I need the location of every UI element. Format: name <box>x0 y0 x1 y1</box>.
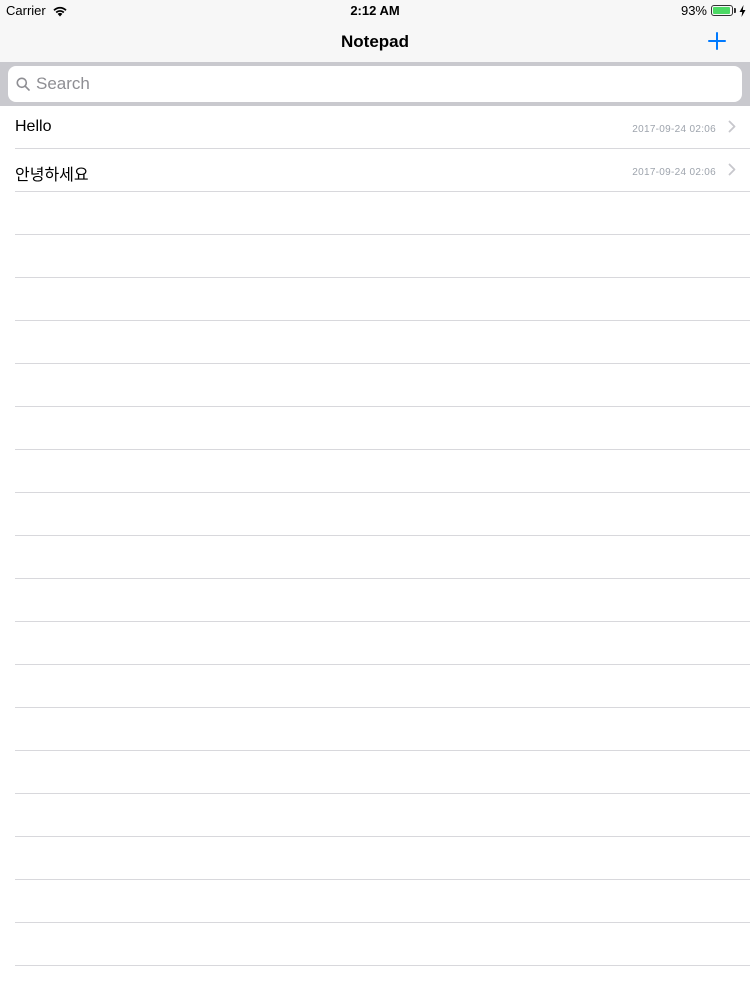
status-time: 2:12 AM <box>350 3 400 18</box>
empty-row <box>15 966 750 1000</box>
empty-row <box>15 751 750 794</box>
battery-fill <box>713 7 730 14</box>
empty-row <box>15 450 750 493</box>
empty-row <box>15 923 750 966</box>
battery-icon <box>711 5 733 16</box>
empty-row <box>15 278 750 321</box>
empty-row <box>15 235 750 278</box>
empty-row <box>15 493 750 536</box>
status-bar: Carrier 2:12 AM 93% <box>0 0 750 22</box>
empty-row <box>15 364 750 407</box>
empty-row-separators <box>0 192 750 1000</box>
battery-cap <box>734 8 736 13</box>
navigation-bar: Notepad <box>0 22 750 62</box>
note-row-hello[interactable]: Hello 2017-09-24 02:06 <box>15 106 750 149</box>
empty-row <box>15 880 750 923</box>
empty-row <box>15 407 750 450</box>
notes-list: Hello 2017-09-24 02:06 안녕하세요 2017-09-24 … <box>0 106 750 1000</box>
empty-row <box>15 837 750 880</box>
empty-row <box>15 192 750 235</box>
search-icon <box>16 77 30 91</box>
empty-row <box>15 622 750 665</box>
note-row-annyeonghaseyo[interactable]: 안녕하세요 2017-09-24 02:06 <box>15 149 750 192</box>
battery-percent: 93% <box>680 3 707 18</box>
status-right: 93% <box>681 3 746 18</box>
search-field[interactable] <box>8 66 742 102</box>
chevron-right-icon <box>728 120 736 133</box>
notepad-screen: Carrier 2:12 AM 93% Notepad Search Hello… <box>0 0 750 1000</box>
note-title: 안녕하세요 <box>15 167 89 184</box>
page-title: Notepad <box>341 32 409 51</box>
note-date: 2017-09-24 02:06 <box>632 167 716 178</box>
chevron-right-icon <box>728 163 736 176</box>
empty-row <box>15 536 750 579</box>
empty-row <box>15 794 750 837</box>
plus-icon <box>708 32 726 50</box>
note-title: Hello <box>15 118 52 135</box>
search-input[interactable] <box>36 74 742 94</box>
charging-bolt-icon <box>739 4 746 17</box>
add-note-button[interactable] <box>706 30 728 52</box>
empty-row <box>15 579 750 622</box>
note-date: 2017-09-24 02:06 <box>632 124 716 135</box>
search-bar <box>0 62 750 106</box>
empty-row <box>15 708 750 751</box>
empty-row <box>15 665 750 708</box>
empty-row <box>15 321 750 364</box>
